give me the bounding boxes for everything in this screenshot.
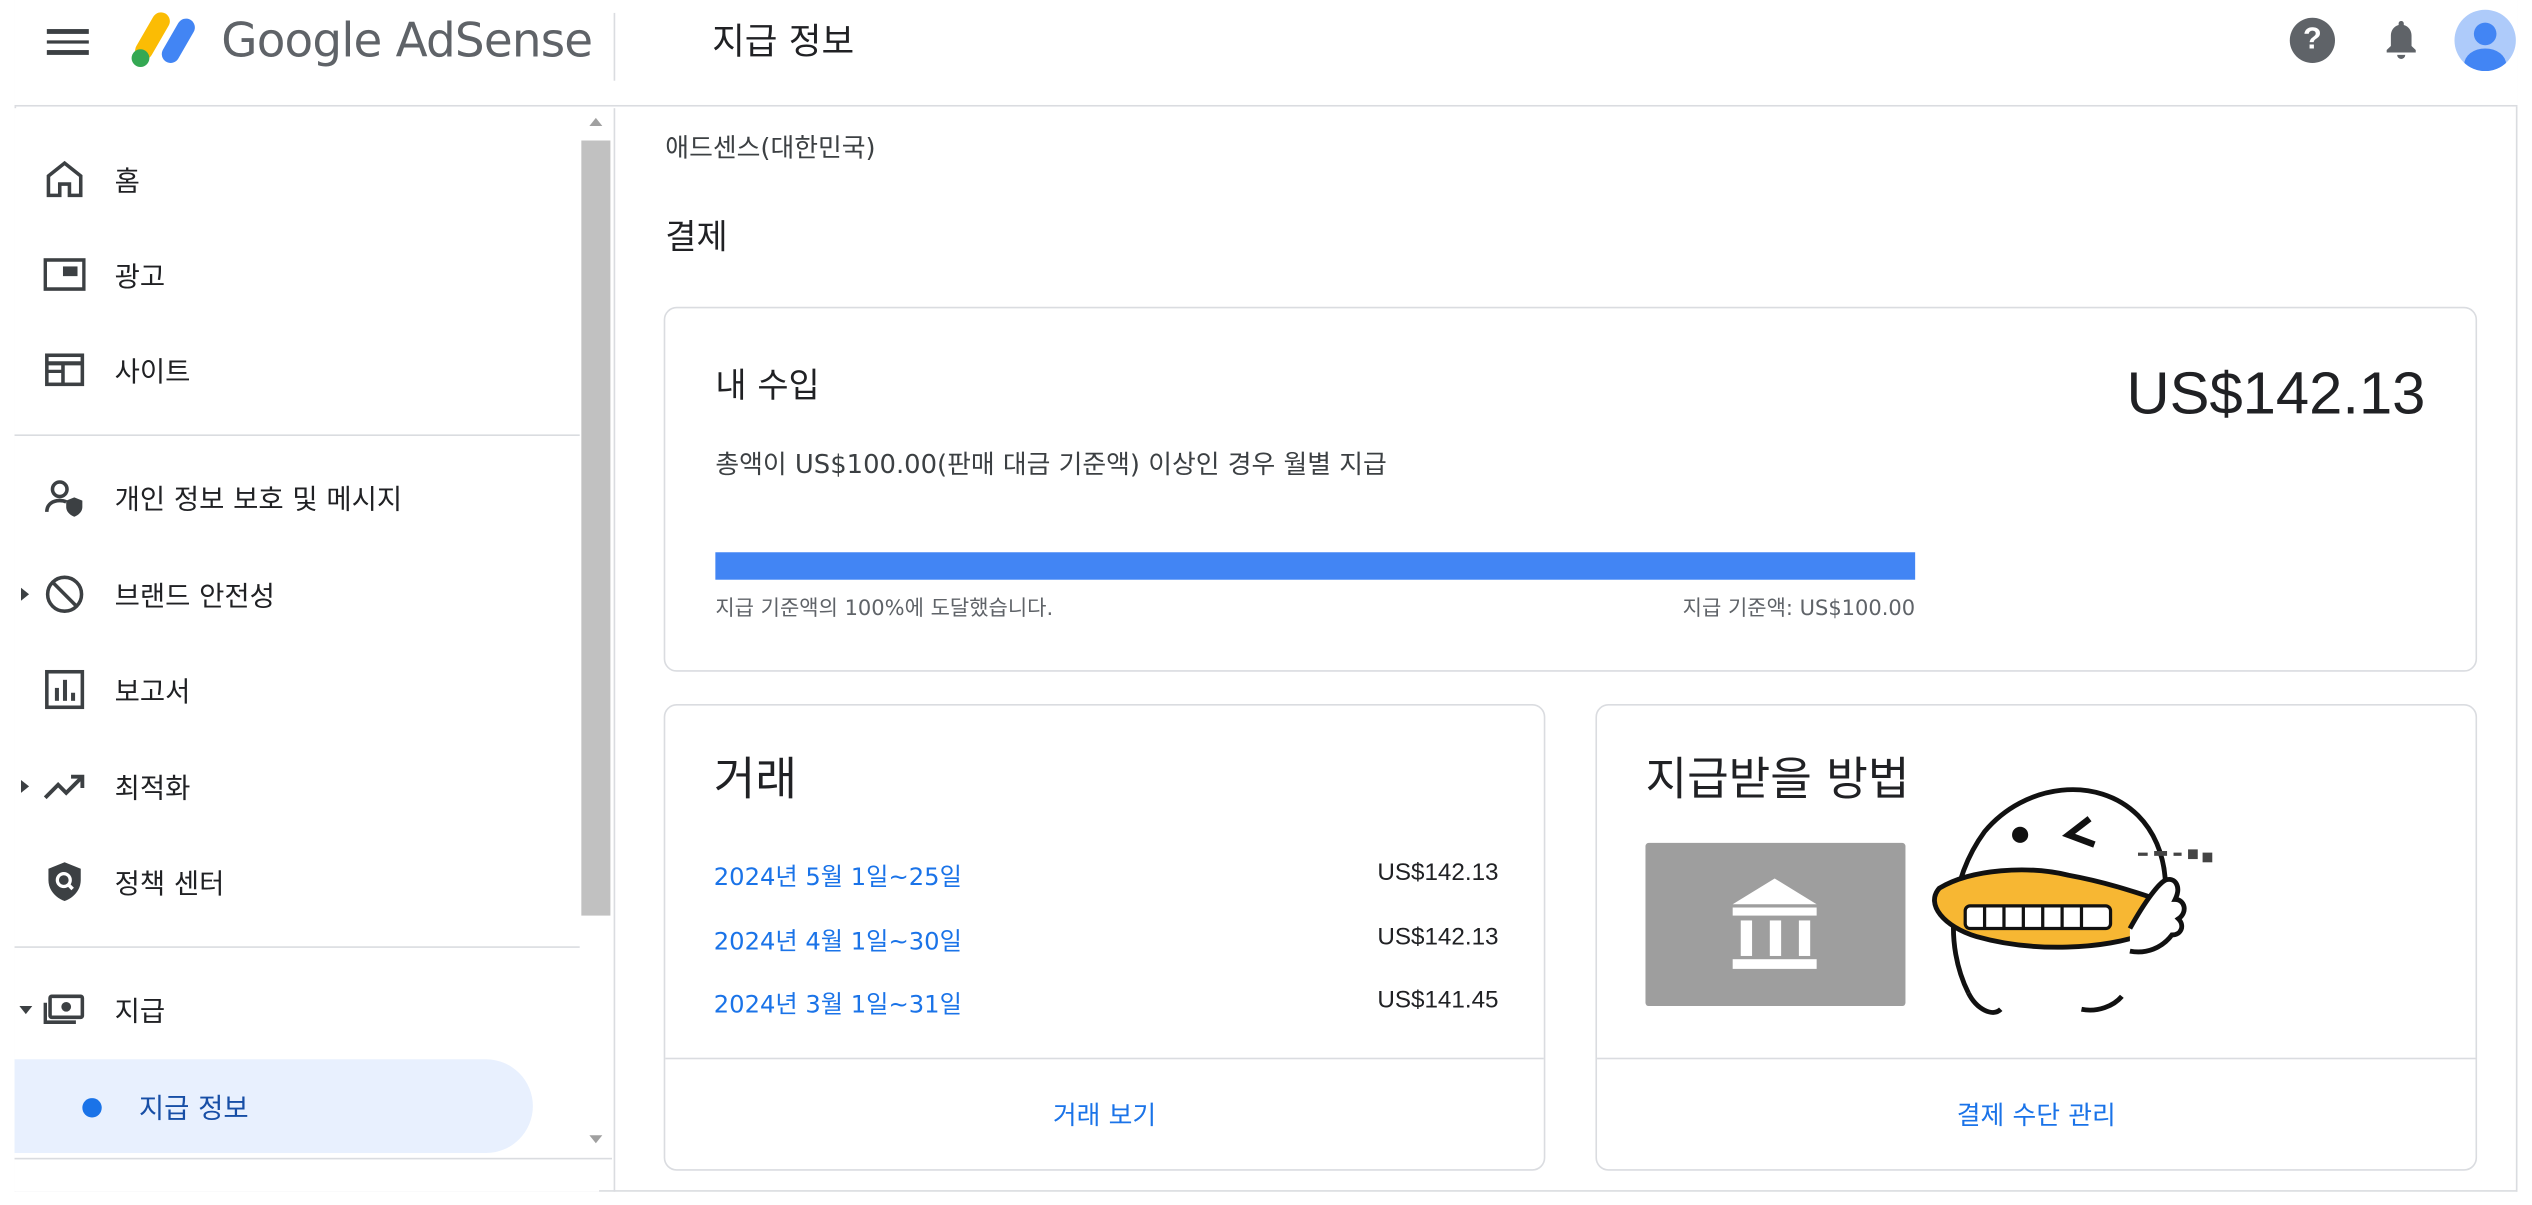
- sidebar-item-ads[interactable]: 광고: [15, 231, 580, 315]
- menu-icon[interactable]: [46, 23, 89, 62]
- character-sticker: [1932, 787, 2213, 1015]
- transactions-card: 거래 2024년 5월 1일~25일 US$142.13 2024년 4월 1일…: [663, 704, 1546, 1171]
- transaction-amount: US$142.13: [1377, 859, 1499, 887]
- sidebar-item-privacy[interactable]: 개인 정보 보호 및 메시지: [15, 454, 580, 538]
- sidebar-item-home[interactable]: 홈: [15, 136, 580, 220]
- adsense-logo-icon: [131, 12, 195, 68]
- expand-caret-icon[interactable]: [20, 779, 30, 793]
- home-icon: [46, 160, 83, 198]
- sidebar-item-label: 지급 정보: [138, 1093, 249, 1126]
- sidebar: 홈 광고 사이트 개인 정보 보호 및 메시지 브랜드 안전성 보고서 최적화: [14, 108, 600, 1192]
- sidebar-item-label: 브랜드 안전성: [114, 581, 275, 614]
- progress-fill: [715, 552, 1916, 580]
- avatar-person-icon: [2464, 22, 2507, 72]
- earnings-amount: US$142.13: [2126, 360, 2426, 427]
- sidebar-item-label: 지급: [114, 996, 166, 1029]
- sidebar-divider: [613, 108, 616, 1192]
- bank-icon: [1732, 878, 1817, 969]
- earnings-card: 내 수입 총액이 US$100.00(판매 대금 기준액) 이상인 경우 월별 …: [663, 306, 2478, 672]
- transaction-amount: US$141.45: [1377, 986, 1499, 1015]
- trending-icon: [43, 774, 85, 800]
- sidebar-item-optimization[interactable]: 최적화: [15, 743, 580, 827]
- notifications-icon[interactable]: [2382, 18, 2421, 63]
- table-row: 2024년 5월 1일~25일 US$142.13: [714, 859, 1499, 898]
- earnings-title: 내 수입: [715, 366, 820, 406]
- sidebar-item-label: 홈: [114, 166, 140, 199]
- transactions-title: 거래: [713, 752, 797, 806]
- sidebar-item-reports[interactable]: 보고서: [15, 646, 580, 730]
- card-divider: [1597, 1057, 2476, 1060]
- sidebar-bottom-divider: [14, 1157, 613, 1160]
- sidebar-item-sites[interactable]: 사이트: [15, 326, 580, 410]
- sidebar-item-payment-info[interactable]: 지급 정보: [14, 1059, 533, 1153]
- threshold-label: 지급 기준액: US$100.00: [1682, 597, 1916, 622]
- active-dot-icon: [82, 1098, 102, 1118]
- payments-icon: [43, 994, 85, 1024]
- card-divider: [665, 1057, 1544, 1060]
- reports-icon: [45, 669, 85, 710]
- payment-method-title: 지급받을 방법: [1645, 752, 1910, 806]
- scroll-down-arrow-icon[interactable]: [589, 1135, 603, 1144]
- section-title: 결제: [665, 217, 728, 257]
- page-title: 지급 정보: [712, 22, 855, 63]
- transaction-period-link[interactable]: 2024년 5월 1일~25일: [714, 859, 962, 893]
- table-row: 2024년 4월 1일~30일 US$142.13: [714, 924, 1499, 963]
- sidebar-item-label: 정책 센터: [114, 868, 225, 902]
- sidebar-item-label: 최적화: [114, 773, 191, 806]
- policy-icon: [48, 862, 81, 902]
- transaction-amount: US$142.13: [1377, 923, 1499, 952]
- payment-method-card: 지급받을 방법 결제 수단 관리: [1595, 704, 2478, 1171]
- bank-account-tile[interactable]: [1645, 842, 1906, 1007]
- sidebar-item-label: 보고서: [114, 676, 191, 709]
- sidebar-scrollbar[interactable]: [581, 140, 611, 916]
- sidebar-item-brand-safety[interactable]: 브랜드 안전성: [15, 551, 580, 635]
- nav-divider: [14, 946, 580, 948]
- help-icon[interactable]: ?: [2289, 17, 2336, 63]
- table-row: 2024년 3월 1일~31일 US$141.45: [714, 987, 1499, 1026]
- threshold-progress-bar: [715, 552, 1916, 580]
- account-avatar[interactable]: [2454, 9, 2516, 72]
- sidebar-item-payments[interactable]: 지급: [15, 966, 580, 1050]
- sidebar-item-label: 광고: [114, 261, 166, 294]
- sidebar-item-label: 사이트: [114, 356, 191, 390]
- account-name: 애드센스(대한민국): [665, 132, 876, 164]
- view-transactions-button[interactable]: 거래 보기: [665, 1093, 1543, 1132]
- expand-caret-icon[interactable]: [20, 587, 30, 601]
- top-app-bar: Google AdSense 지급 정보 ?: [14, 0, 2518, 107]
- nav-divider: [14, 434, 580, 436]
- collapse-caret-icon[interactable]: [19, 1006, 33, 1015]
- ads-icon: [43, 258, 86, 291]
- block-icon: [45, 575, 84, 613]
- transaction-period-link[interactable]: 2024년 4월 1일~30일: [714, 924, 962, 958]
- privacy-icon: [45, 480, 83, 517]
- manage-payment-methods-button[interactable]: 결제 수단 관리: [1597, 1093, 2475, 1132]
- sidebar-item-label: 개인 정보 보호 및 메시지: [114, 484, 403, 517]
- scroll-up-arrow-icon[interactable]: [589, 117, 603, 126]
- earnings-subtitle: 총액이 US$100.00(판매 대금 기준액) 이상인 경우 월별 지급: [715, 448, 1387, 480]
- transaction-period-link[interactable]: 2024년 3월 1일~31일: [714, 987, 962, 1021]
- header-divider: [613, 12, 616, 81]
- sidebar-item-policy-center[interactable]: 정책 센터: [15, 838, 580, 922]
- sites-icon: [45, 353, 85, 387]
- brand-name[interactable]: Google AdSense: [221, 13, 593, 68]
